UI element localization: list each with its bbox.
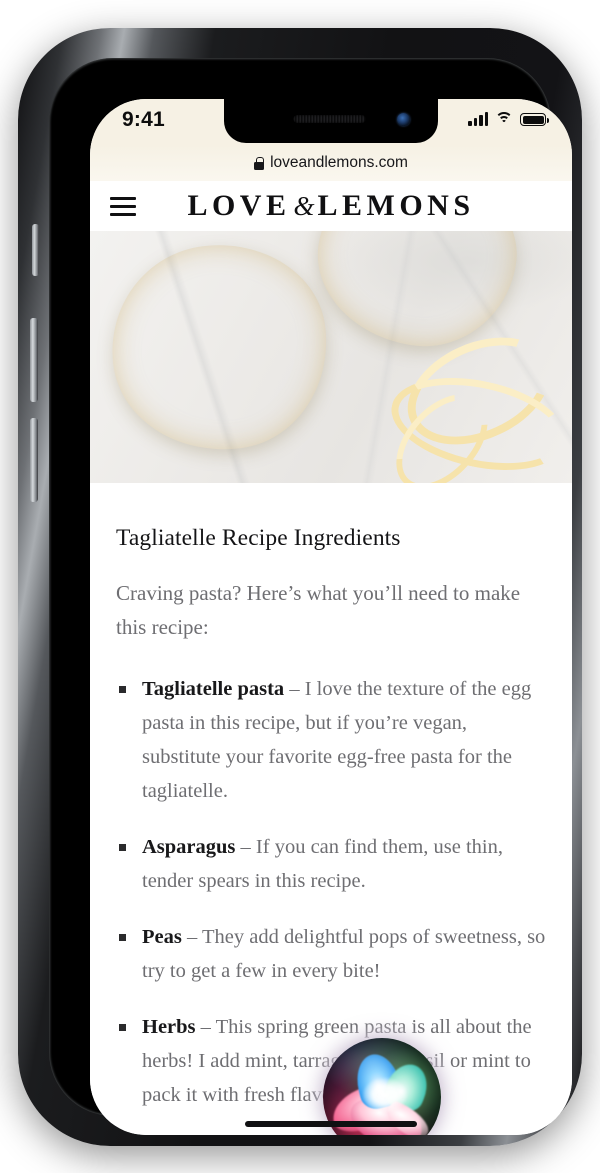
hamburger-menu-icon[interactable]	[110, 196, 136, 216]
ingredient-term: Asparagus	[142, 836, 236, 858]
phone-frame: 9:41 loveandlemons.com LOVE & LEMONS Tag…	[18, 28, 582, 1146]
intro-paragraph: Craving pasta? Here’s what you’ll need t…	[116, 581, 521, 639]
siri-core-highlight	[363, 1078, 407, 1112]
siri-orb-icon[interactable]	[304, 1019, 460, 1135]
url-text: loveandlemons.com	[270, 154, 408, 171]
list-item: Peas – They add delightful pops of sweet…	[116, 920, 546, 988]
ingredient-description: – They add delightful pops of sweetness,…	[142, 926, 546, 982]
browser-url-bar[interactable]: loveandlemons.com	[90, 145, 572, 181]
site-header: LOVE & LEMONS	[90, 181, 572, 231]
list-item: Asparagus – If you can find them, use th…	[116, 830, 546, 898]
logo-word-lemons: LEMONS	[317, 189, 475, 222]
cellular-bars-icon	[468, 112, 488, 126]
hero-image	[90, 231, 572, 483]
ingredient-term: Herbs	[142, 1016, 196, 1038]
page-title: Tagliatelle Recipe Ingredients	[116, 525, 401, 551]
logo-word-love: LOVE	[187, 189, 291, 222]
screenshot-stage: 9:41 loveandlemons.com LOVE & LEMONS Tag…	[0, 0, 600, 1173]
logo-ampersand: &	[293, 191, 315, 221]
lock-icon	[254, 156, 265, 170]
ingredient-term: Peas	[142, 926, 182, 948]
front-camera-icon	[397, 113, 410, 126]
volume-up-button[interactable]	[30, 318, 38, 402]
status-bar-time: 9:41	[122, 108, 165, 131]
phone-screen: 9:41 loveandlemons.com LOVE & LEMONS Tag…	[90, 99, 572, 1135]
status-bar-indicators	[468, 112, 549, 126]
list-item: Tagliatelle pasta – I love the texture o…	[116, 672, 546, 808]
earpiece-speaker-icon	[293, 115, 366, 123]
notch	[224, 99, 438, 143]
phone-bezel: 9:41 loveandlemons.com LOVE & LEMONS Tag…	[49, 58, 572, 1135]
mute-switch-button[interactable]	[32, 224, 39, 276]
wifi-icon	[495, 112, 513, 126]
volume-down-button[interactable]	[30, 418, 38, 502]
ingredient-term: Tagliatelle pasta	[142, 678, 285, 700]
home-indicator[interactable]	[245, 1121, 417, 1127]
site-logo[interactable]: LOVE & LEMONS	[136, 189, 526, 223]
battery-full-icon	[520, 113, 549, 126]
